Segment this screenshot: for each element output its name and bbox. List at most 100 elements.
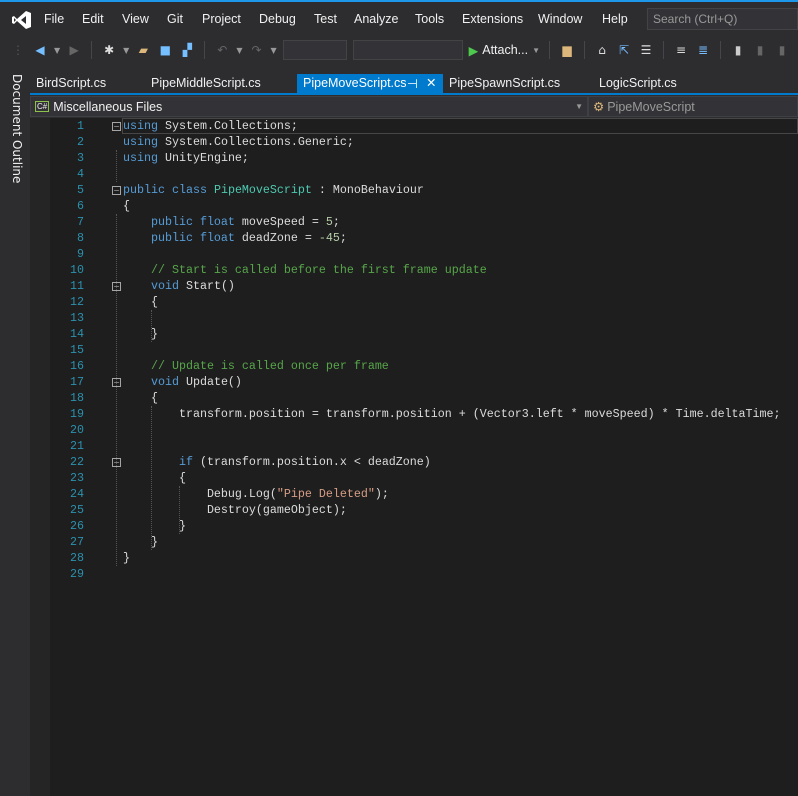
bookmark-icon[interactable]: ▮ [730, 42, 746, 58]
line-number: 15 [70, 343, 84, 357]
code-line[interactable]: 26 } [50, 518, 798, 534]
undo-icon[interactable]: ↶ [214, 42, 230, 58]
attach-dropdown-icon[interactable]: ▼ [532, 46, 540, 55]
code-line[interactable]: 24 Debug.Log("Pipe Deleted"); [50, 486, 798, 502]
back-icon[interactable]: ◀ [32, 42, 48, 58]
visual-studio-logo-icon[interactable] [11, 9, 33, 31]
menu-analyze[interactable]: Analyze [354, 12, 398, 26]
menu-help[interactable]: Help [602, 12, 628, 26]
menu-test[interactable]: Test [314, 12, 337, 26]
project-dropdown[interactable]: C# Miscellaneous Files ▼ [30, 96, 588, 117]
code-line[interactable]: 1 − using System.Collections; [50, 118, 798, 134]
line-number: 14 [70, 327, 84, 341]
save-all-icon[interactable]: ▞ [179, 42, 195, 58]
code-token: ; [339, 231, 347, 245]
menu-project[interactable]: Project [202, 12, 241, 26]
menu-edit[interactable]: Edit [82, 12, 104, 26]
menu-git[interactable]: Git [167, 12, 183, 26]
code-line[interactable]: 5 − public class PipeMoveScript : MonoBeha… [50, 182, 798, 198]
code-line[interactable]: 29 [50, 566, 798, 582]
forward-icon[interactable]: ▶ [66, 42, 82, 58]
code-token: } [123, 327, 158, 341]
code-line[interactable]: 2 using System.Collections.Generic; [50, 134, 798, 150]
code-token: // Start is called before the first fram… [123, 263, 487, 277]
tab-pipemiddlescript[interactable]: PipeMiddleScript.cs [145, 74, 295, 95]
code-line[interactable]: 22− if (transform.position.x < deadZone) [50, 454, 798, 470]
line-number: 18 [70, 391, 84, 405]
code-line[interactable]: 4 [50, 166, 798, 182]
redo-icon[interactable]: ↷ [248, 42, 264, 58]
code-line[interactable]: 23 { [50, 470, 798, 486]
find-in-files-icon[interactable]: ▆ [559, 42, 575, 58]
collapse-icon[interactable]: − [112, 122, 121, 131]
code-line[interactable]: 10 // Start is called before the first f… [50, 262, 798, 278]
document-outline-tab[interactable]: Document Outline [10, 74, 24, 183]
code-token: using [123, 151, 158, 165]
code-line[interactable]: 13 [50, 310, 798, 326]
new-dropdown-icon[interactable]: ▼ [123, 46, 129, 55]
code-line[interactable]: 6{ [50, 198, 798, 214]
code-line[interactable]: 11− void Start() [50, 278, 798, 294]
attach-button[interactable]: ▶ Attach... ▼ [469, 43, 540, 58]
code-line[interactable]: 8 public float deadZone = -45; [50, 230, 798, 246]
code-token: : MonoBehaviour [311, 183, 424, 197]
save-icon[interactable]: ■ [157, 42, 173, 58]
code-line[interactable]: 3 using UnityEngine; [50, 150, 798, 166]
next-bookmark-icon[interactable]: ▮ [774, 42, 790, 58]
code-line[interactable]: 18 { [50, 390, 798, 406]
collapse-icon[interactable]: − [112, 186, 121, 195]
code-text: } [123, 518, 186, 534]
menu-file[interactable]: File [44, 12, 64, 26]
menu-view[interactable]: View [122, 12, 149, 26]
configuration-dropdown[interactable] [282, 40, 347, 60]
code-line[interactable]: 21 [50, 438, 798, 454]
code-line[interactable]: 12 { [50, 294, 798, 310]
step-icon[interactable]: ⇱ [616, 42, 632, 58]
menu-debug[interactable]: Debug [259, 12, 296, 26]
code-line[interactable]: 28} [50, 550, 798, 566]
undo-dropdown-icon[interactable]: ▼ [236, 46, 242, 55]
separator [91, 41, 93, 59]
code-token: } [123, 551, 130, 565]
prev-bookmark-icon[interactable]: ▮ [752, 42, 768, 58]
menu-extensions[interactable]: Extensions [462, 12, 523, 26]
code-line[interactable]: 25 Destroy(gameObject); [50, 502, 798, 518]
new-project-icon[interactable]: ✱ [101, 42, 117, 58]
tab-pipemovescript[interactable]: PipeMoveScript.cs ⊣ ✕ [297, 74, 443, 95]
code-line[interactable]: 27 } [50, 534, 798, 550]
code-line[interactable]: 20 [50, 422, 798, 438]
code-line[interactable]: 19 transform.position = transform.positi… [50, 406, 798, 422]
back-dropdown-icon[interactable]: ▼ [54, 46, 60, 55]
pin-icon[interactable]: ⊣ [407, 76, 418, 91]
code-line[interactable]: 9 [50, 246, 798, 262]
format-icon[interactable]: ☰ [638, 42, 654, 58]
comment-icon[interactable]: ≣ [695, 42, 711, 58]
code-lines[interactable]: 1− using System.Collections; 2 using System… [50, 118, 798, 582]
search-input[interactable]: Search (Ctrl+Q) [647, 8, 798, 30]
tab-pipespawnscript[interactable]: PipeSpawnScript.cs [443, 74, 593, 95]
redo-dropdown-icon[interactable]: ▼ [270, 46, 276, 55]
navigation-bar: C# Miscellaneous Files ▼ ⚙ PipeMoveScrip… [30, 96, 798, 117]
home-icon[interactable]: ⌂ [594, 42, 610, 58]
code-line[interactable]: 16 // Update is called once per frame [50, 358, 798, 374]
platform-dropdown[interactable] [352, 40, 463, 60]
close-icon[interactable]: ✕ [426, 75, 436, 90]
open-folder-icon[interactable]: ▰ [135, 42, 151, 58]
line-number: 12 [70, 295, 84, 309]
code-line[interactable]: 14 } [50, 326, 798, 342]
indent-guide [179, 486, 180, 534]
code-line[interactable]: 7 public float moveSpeed = 5; [50, 214, 798, 230]
menu-window[interactable]: Window [538, 12, 582, 26]
toolbar-grip-icon[interactable]: ⋮ [10, 42, 26, 58]
code-text: { [123, 198, 130, 214]
indent-icon[interactable]: ≡ [673, 42, 689, 58]
code-line[interactable]: 17− void Update() [50, 374, 798, 390]
line-number: 4 [77, 167, 84, 181]
separator [720, 41, 722, 59]
code-line[interactable]: 15 [50, 342, 798, 358]
tab-logicscript[interactable]: LogicScript.cs [593, 74, 743, 95]
code-token: Destroy(gameObject); [123, 503, 347, 517]
member-dropdown[interactable]: ⚙ PipeMoveScript [588, 96, 798, 117]
tab-birdscript[interactable]: BirdScript.cs [30, 74, 145, 95]
menu-tools[interactable]: Tools [415, 12, 444, 26]
